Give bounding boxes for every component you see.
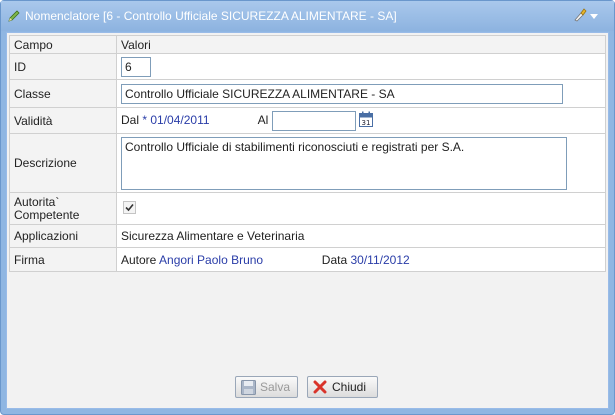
row-descrizione: Descrizione Controllo Ufficiale di stabi… (9, 133, 606, 193)
svg-text:31: 31 (361, 119, 370, 127)
required-marker: * (142, 112, 148, 127)
brush-icon (572, 7, 588, 26)
data-value: 30/11/2012 (350, 252, 410, 267)
chevron-down-icon (590, 9, 598, 23)
dialog-body: Campo Valori ID 6 Classe Controllo Uffic… (6, 32, 609, 409)
applicazioni-value: Sicurezza Alimentare e Veterinaria (116, 224, 606, 248)
dal-date: 01/04/2011 (150, 112, 210, 127)
row-applicazioni: Applicazioni Sicurezza Alimentare e Vete… (9, 224, 606, 248)
close-button-label: Chiudi (332, 380, 367, 394)
data-label: Data (321, 252, 348, 267)
properties-grid: Campo Valori ID 6 Classe Controllo Uffic… (9, 35, 606, 272)
autore-value: Angori Paolo Bruno (159, 252, 264, 267)
column-header-campo: Campo (9, 35, 117, 54)
pencil-icon (7, 9, 21, 23)
save-button-label: Salva (260, 380, 291, 394)
tools-menu-button[interactable] (572, 7, 598, 26)
column-header-valori: Valori (116, 35, 606, 54)
row-id: ID 6 (9, 53, 606, 80)
calendar-icon[interactable]: 31 (358, 111, 373, 130)
title-bar[interactable]: Nomenclatore [6 - Controllo Ufficiale SI… (1, 1, 614, 31)
id-field[interactable]: 6 (121, 56, 151, 77)
window-title: Nomenclatore [6 - Controllo Ufficiale SI… (25, 9, 397, 23)
close-button[interactable]: Chiudi (307, 376, 378, 398)
descrizione-textarea[interactable]: Controllo Ufficiale di stabilimenti rico… (121, 136, 567, 190)
autorita-label: Autorita` Competente (9, 192, 117, 225)
al-label: Al (257, 112, 269, 127)
autore-label: Autore (121, 252, 157, 267)
save-button[interactable]: Salva (235, 376, 298, 398)
applicazioni-label: Applicazioni (9, 224, 117, 248)
row-validita: Validità Dal * 01/04/2011 Al 31 (9, 107, 606, 134)
floppy-disk-icon (240, 379, 256, 395)
row-autorita: Autorita` Competente (9, 192, 606, 225)
dal-label: Dal (121, 112, 140, 127)
grid-header: Campo Valori (9, 35, 606, 54)
dialog-window: Nomenclatore [6 - Controllo Ufficiale SI… (0, 0, 615, 415)
row-classe: Classe Controllo Ufficiale SICUREZZA ALI… (9, 79, 606, 108)
al-date-field[interactable] (271, 110, 356, 131)
validita-label: Validità (9, 107, 117, 134)
row-firma: Firma Autore Angori Paolo Bruno Data 30/… (9, 247, 606, 272)
red-x-icon (312, 379, 328, 395)
id-label: ID (9, 53, 117, 80)
classe-label: Classe (9, 79, 117, 108)
descrizione-label: Descrizione (9, 133, 117, 193)
autorita-checkbox[interactable] (123, 200, 136, 217)
firma-label: Firma (9, 247, 117, 272)
classe-field[interactable]: Controllo Ufficiale SICUREZZA ALIMENTARE… (121, 83, 563, 104)
